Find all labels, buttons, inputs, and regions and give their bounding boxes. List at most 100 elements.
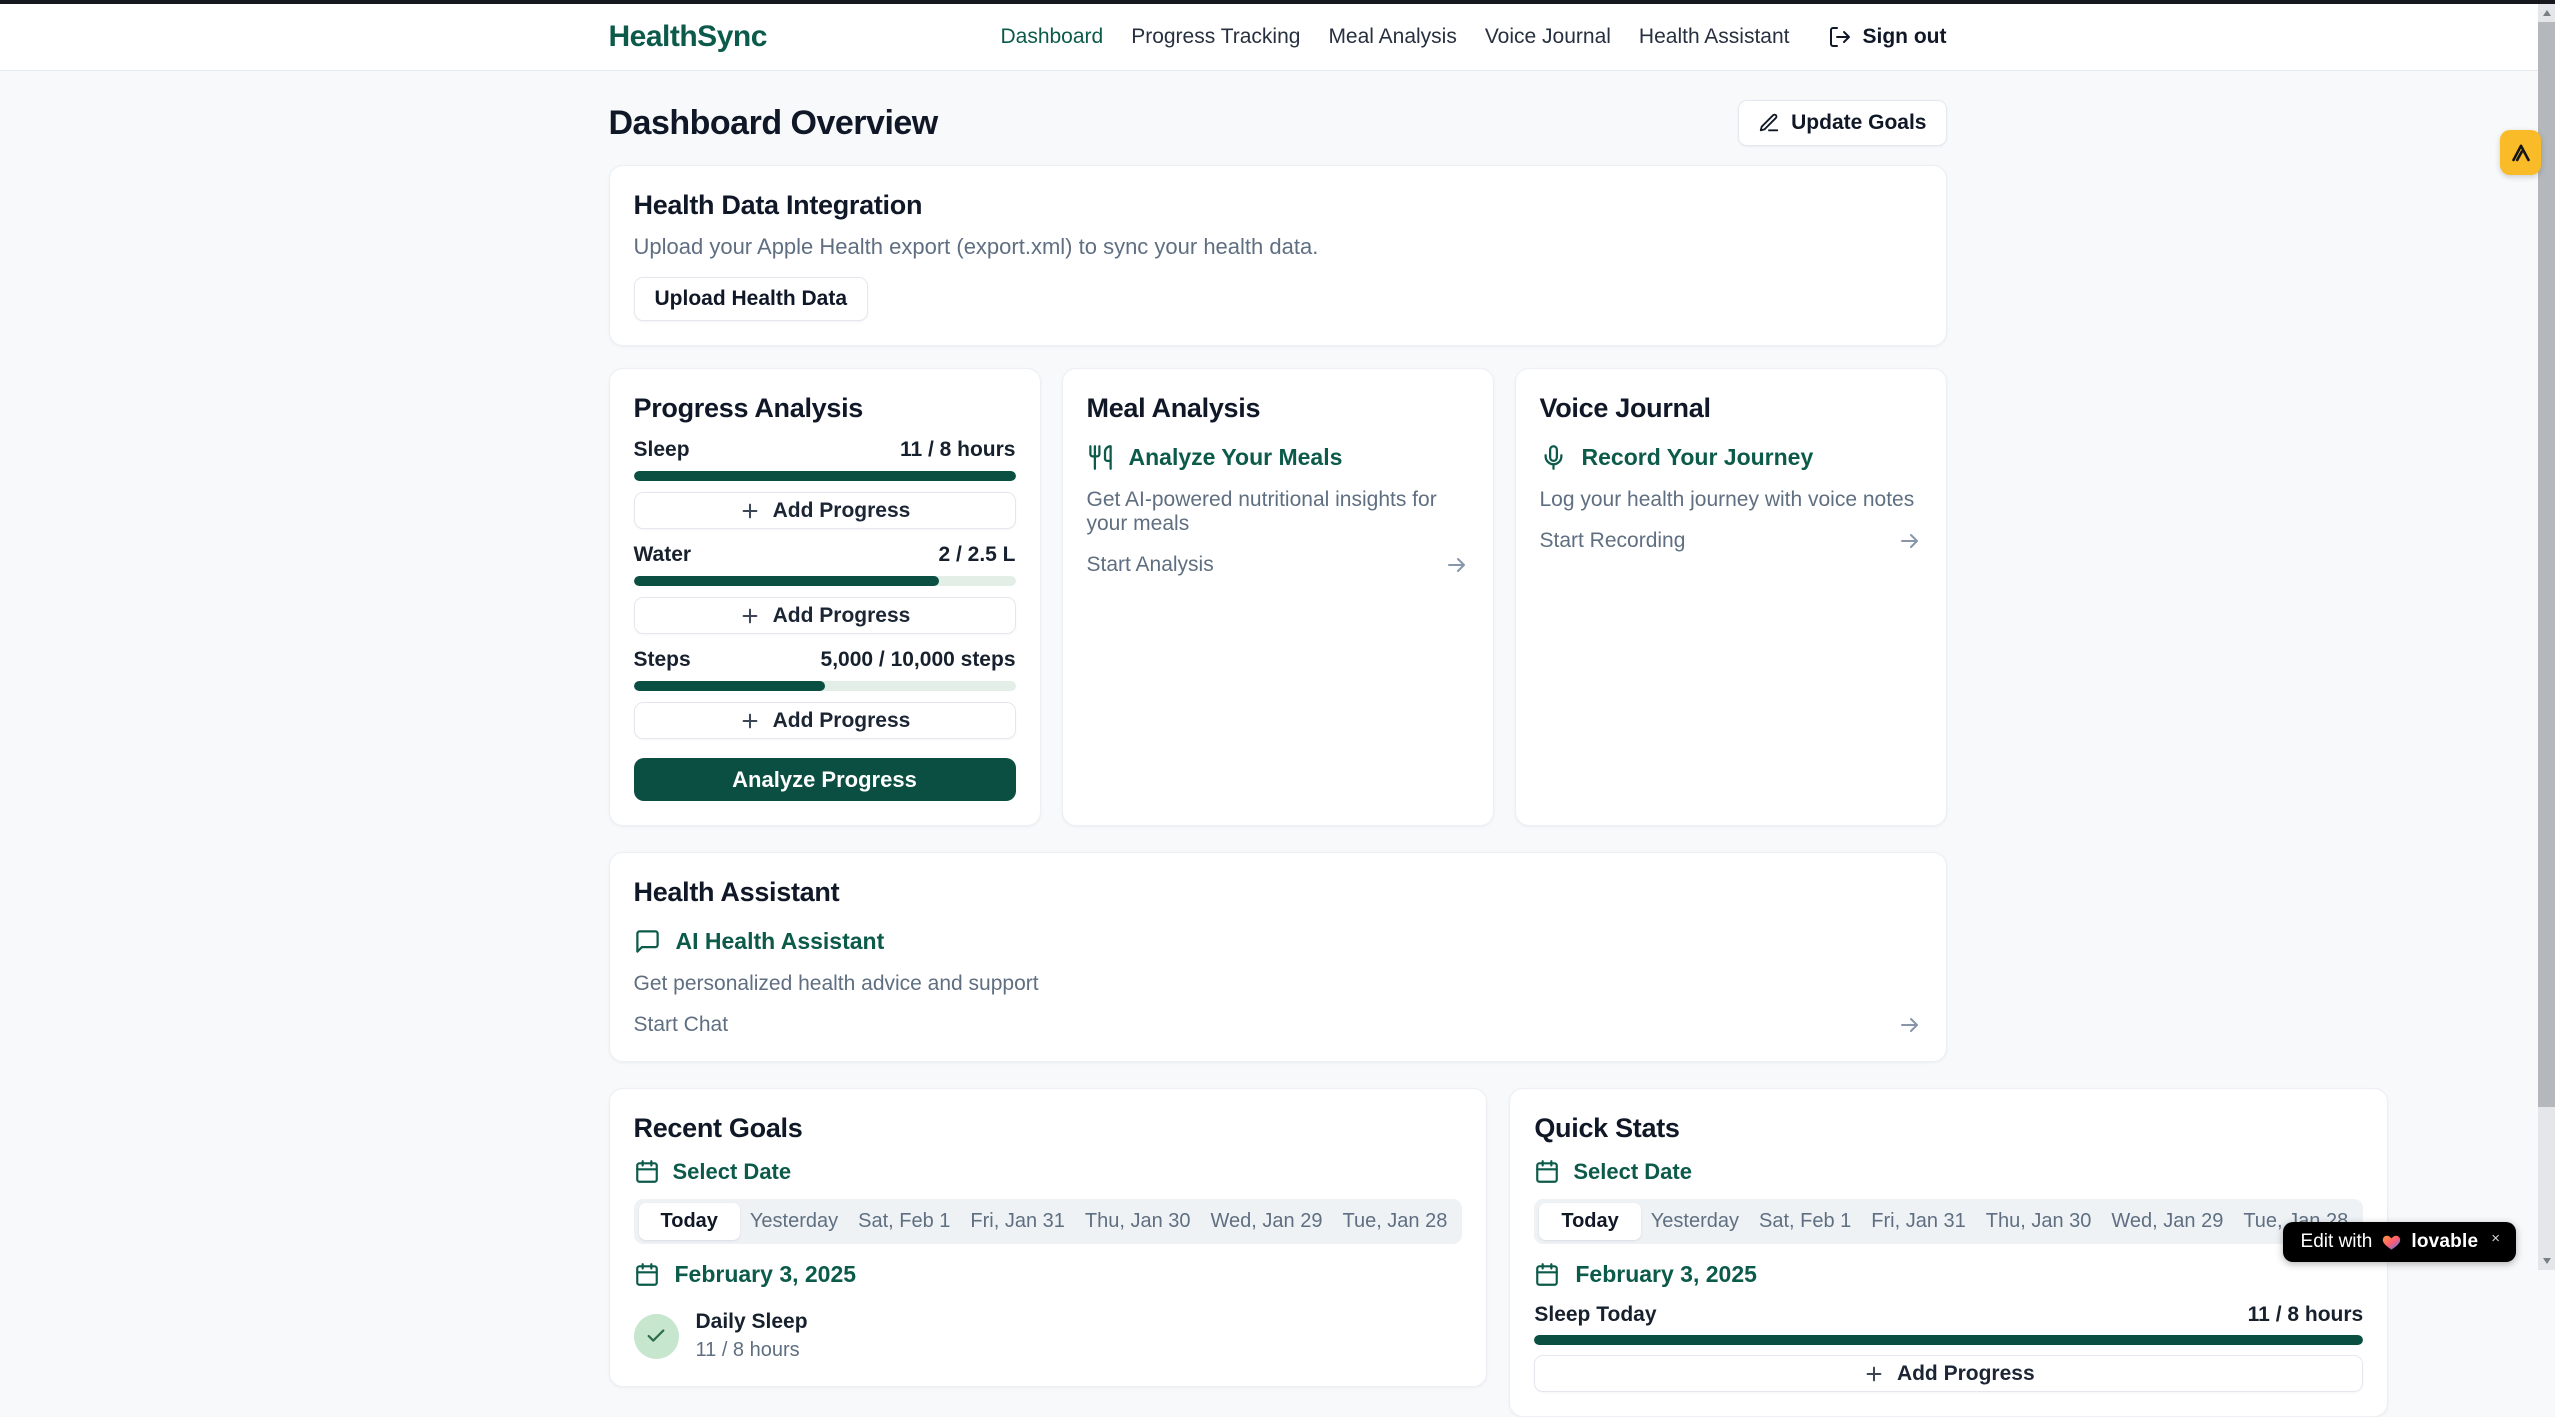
scroll-down-button[interactable]	[2538, 1252, 2555, 1270]
tab-thu-jan-30[interactable]: Thu, Jan 30	[1075, 1203, 1201, 1240]
water-progress-bar	[634, 576, 1016, 586]
water-goal-row: Water 2 / 2.5 L	[634, 543, 1016, 567]
quick-stats-add-progress-button[interactable]: Add Progress	[1534, 1355, 2363, 1392]
arrow-right-icon	[1445, 553, 1469, 577]
nav-progress-tracking[interactable]: Progress Tracking	[1131, 25, 1300, 49]
meal-description: Get AI-powered nutritional insights for …	[1087, 488, 1469, 536]
select-date-label: Select Date	[673, 1159, 792, 1185]
quick-stats-select-date[interactable]: Select Date	[1534, 1159, 2363, 1185]
chat-bubble-icon	[634, 928, 661, 955]
tab-tue-jan-28[interactable]: Tue, Jan 28	[1332, 1203, 1457, 1240]
start-chat-label: Start Chat	[634, 1013, 729, 1037]
nav-voice-journal[interactable]: Voice Journal	[1485, 25, 1611, 49]
badge-close-button[interactable]: ×	[2491, 1231, 2500, 1246]
steps-goal-row: Steps 5,000 / 10,000 steps	[634, 648, 1016, 672]
plus-icon	[739, 500, 761, 522]
page-title: Dashboard Overview	[609, 104, 938, 143]
lovable-fab-button[interactable]	[2500, 130, 2541, 175]
steps-value: 5,000 / 10,000 steps	[821, 648, 1016, 672]
integration-title: Health Data Integration	[634, 190, 1922, 221]
app-logo[interactable]: HealthSync	[609, 20, 767, 54]
recent-goals-title: Recent Goals	[634, 1113, 1463, 1144]
tab-fri-jan-31[interactable]: Fri, Jan 31	[960, 1203, 1074, 1240]
edit-with-lovable-badge[interactable]: Edit with lovable ×	[2283, 1222, 2516, 1262]
sleep-today-progress-fill	[1534, 1335, 2363, 1345]
nav-meal-analysis[interactable]: Meal Analysis	[1328, 25, 1456, 49]
tab-sat-feb-1[interactable]: Sat, Feb 1	[1749, 1203, 1861, 1240]
scroll-down-icon	[2543, 1258, 2551, 1264]
update-goals-label: Update Goals	[1791, 111, 1926, 135]
sleep-today-row: Sleep Today 11 / 8 hours	[1534, 1303, 2363, 1327]
daily-sleep-goal-item: Daily Sleep 11 / 8 hours	[634, 1310, 1463, 1362]
tab-fri-jan-31[interactable]: Fri, Jan 31	[1861, 1203, 1975, 1240]
meal-analysis-card: Meal Analysis Analyze Your Meals Get AI-…	[1062, 368, 1494, 826]
lovable-a-icon	[2509, 141, 2533, 165]
analyze-your-meals-link[interactable]: Analyze Your Meals	[1087, 444, 1469, 471]
voice-journal-card: Voice Journal Record Your Journey Log yo…	[1515, 368, 1947, 826]
sign-out-button[interactable]: Sign out	[1828, 25, 1947, 49]
quick-stats-selected-date: February 3, 2025	[1534, 1261, 2363, 1288]
plus-icon	[739, 605, 761, 627]
steps-progress-bar	[634, 681, 1016, 691]
start-recording-label: Start Recording	[1540, 529, 1686, 553]
progress-analysis-card: Progress Analysis Sleep 11 / 8 hours Add…	[609, 368, 1041, 826]
assistant-description: Get personalized health advice and suppo…	[634, 972, 1922, 996]
upload-health-data-button[interactable]: Upload Health Data	[634, 277, 869, 321]
recent-goals-date-tabs: Today Yesterday Sat, Feb 1 Fri, Jan 31 T…	[634, 1199, 1463, 1244]
quick-stats-title: Quick Stats	[1534, 1113, 2363, 1144]
tab-today[interactable]: Today	[639, 1203, 740, 1240]
voice-description: Log your health journey with voice notes	[1540, 488, 1922, 512]
goal-complete-badge	[634, 1314, 679, 1359]
calendar-icon	[1534, 1159, 1560, 1185]
main-nav: Dashboard Progress Tracking Meal Analysi…	[1000, 25, 1946, 49]
steps-label: Steps	[634, 648, 691, 672]
plus-icon	[739, 710, 761, 732]
health-assistant-card: Health Assistant AI Health Assistant Get…	[609, 852, 1947, 1062]
log-out-icon	[1828, 25, 1852, 49]
heart-icon	[2381, 1233, 2402, 1252]
tab-sat-feb-1[interactable]: Sat, Feb 1	[848, 1203, 960, 1240]
pencil-icon	[1758, 112, 1780, 134]
analyze-progress-button[interactable]: Analyze Progress	[634, 758, 1016, 801]
water-value: 2 / 2.5 L	[938, 543, 1015, 567]
record-your-journey-link[interactable]: Record Your Journey	[1540, 444, 1922, 471]
microphone-icon	[1540, 444, 1567, 471]
tab-wed-jan-29[interactable]: Wed, Jan 29	[1201, 1203, 1333, 1240]
start-analysis-link[interactable]: Start Analysis	[1087, 553, 1469, 577]
nav-dashboard[interactable]: Dashboard	[1000, 25, 1103, 49]
update-goals-button[interactable]: Update Goals	[1738, 100, 1946, 146]
recent-goals-select-date[interactable]: Select Date	[634, 1159, 1463, 1185]
arrow-right-icon	[1898, 529, 1922, 553]
tab-yesterday[interactable]: Yesterday	[1641, 1203, 1749, 1240]
add-sleep-progress-button[interactable]: Add Progress	[634, 492, 1016, 529]
tab-thu-jan-30[interactable]: Thu, Jan 30	[1976, 1203, 2102, 1240]
start-chat-link[interactable]: Start Chat	[634, 1013, 1922, 1037]
recent-goals-card: Recent Goals Select Date Today Yesterday…	[609, 1088, 1488, 1387]
scrollbar-thumb[interactable]	[2538, 22, 2555, 1107]
health-data-integration-card: Health Data Integration Upload your Appl…	[609, 165, 1947, 346]
calendar-icon	[1534, 1262, 1560, 1288]
tab-wed-jan-29[interactable]: Wed, Jan 29	[2101, 1203, 2233, 1240]
add-progress-label: Add Progress	[773, 604, 911, 628]
sleep-today-value: 11 / 8 hours	[2248, 1303, 2364, 1327]
ai-health-assistant-label: AI Health Assistant	[676, 928, 885, 955]
arrow-right-icon	[1898, 1013, 1922, 1037]
scroll-up-button[interactable]	[2538, 4, 2555, 22]
add-steps-progress-button[interactable]: Add Progress	[634, 702, 1016, 739]
vertical-scrollbar[interactable]	[2538, 0, 2555, 1270]
tab-today[interactable]: Today	[1539, 1203, 1640, 1240]
utensils-icon	[1087, 444, 1114, 471]
dashboard-main: Dashboard Overview Update Goals Health D…	[609, 71, 1947, 1417]
start-recording-link[interactable]: Start Recording	[1540, 529, 1922, 553]
goal-name: Daily Sleep	[696, 1310, 808, 1334]
add-water-progress-button[interactable]: Add Progress	[634, 597, 1016, 634]
record-your-journey-label: Record Your Journey	[1582, 444, 1814, 471]
sleep-label: Sleep	[634, 438, 690, 462]
meal-analysis-title: Meal Analysis	[1087, 393, 1469, 424]
nav-health-assistant[interactable]: Health Assistant	[1639, 25, 1790, 49]
ai-health-assistant-link[interactable]: AI Health Assistant	[634, 928, 1922, 955]
integration-description: Upload your Apple Health export (export.…	[634, 234, 1922, 260]
goal-value: 11 / 8 hours	[696, 1339, 808, 1362]
tab-yesterday[interactable]: Yesterday	[740, 1203, 848, 1240]
water-progress-fill	[634, 576, 940, 586]
